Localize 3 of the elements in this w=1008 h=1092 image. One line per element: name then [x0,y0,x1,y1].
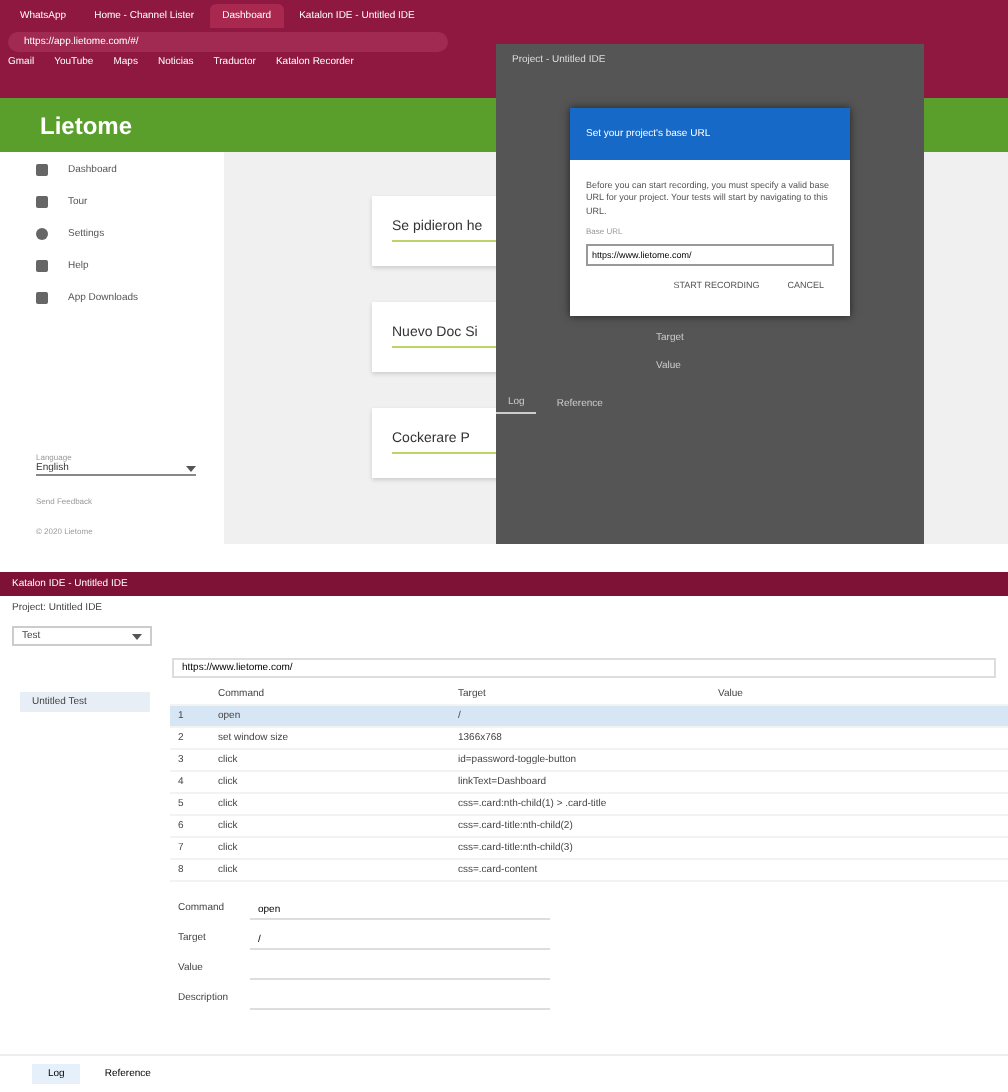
caret-icon [186,465,196,471]
app-title: Lietome [40,111,133,139]
caret-icon [132,633,142,639]
